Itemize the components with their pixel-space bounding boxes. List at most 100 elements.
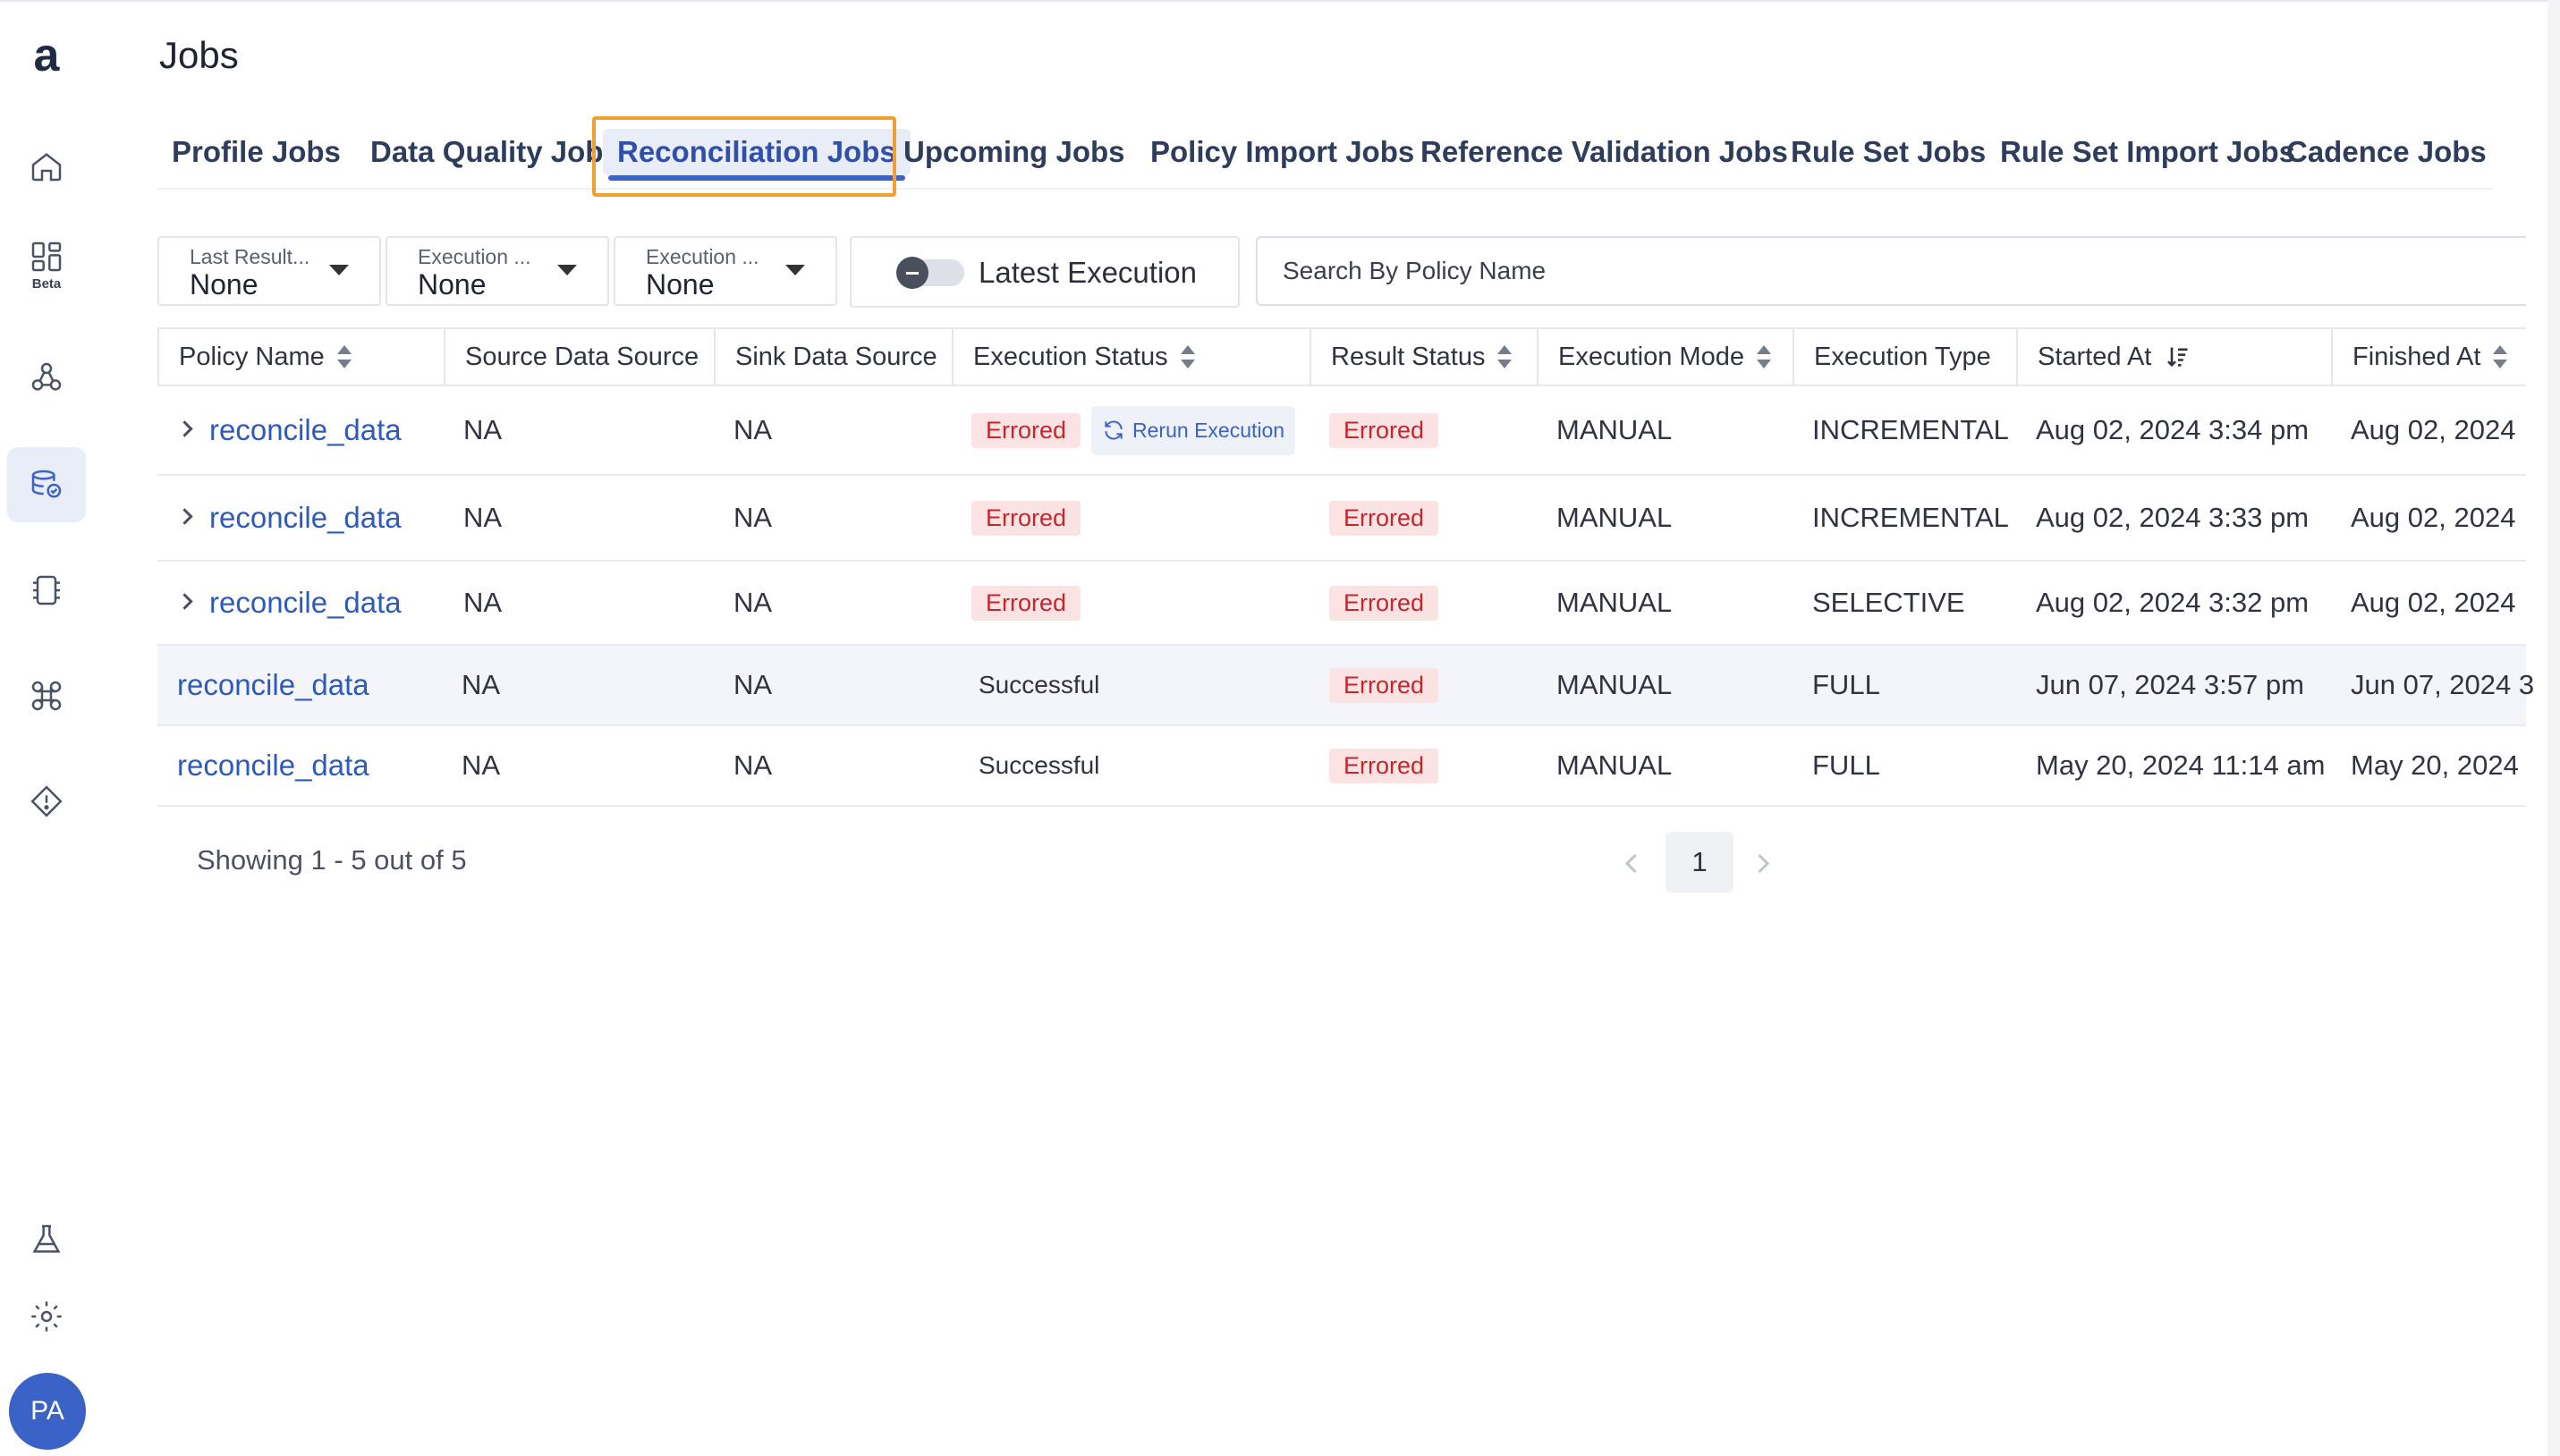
sidebar: a Beta PA	[0, 0, 93, 1456]
col-execution-mode[interactable]: Execution Mode	[1537, 329, 1793, 385]
tab-data-quality-jobs[interactable]: Data Quality Jobs	[356, 129, 634, 175]
col-finished-at[interactable]: Finished At	[2331, 329, 2526, 385]
latest-execution-toggle[interactable]	[896, 257, 964, 289]
tab-cadence-jobs[interactable]: Cadence Jobs	[2272, 129, 2501, 175]
table-row[interactable]: reconcile_data NA NA Successful Errored …	[157, 726, 2526, 807]
col-execution-status[interactable]: Execution Status	[952, 329, 1310, 385]
tab-upcoming-jobs[interactable]: Upcoming Jobs	[889, 129, 1140, 175]
rerun-execution-button[interactable]: Rerun Execution	[1091, 405, 1296, 455]
type-cell: INCREMENTAL	[1812, 502, 2009, 533]
tab-reference-validation-jobs[interactable]: Reference Validation Jobs	[1406, 129, 1802, 175]
chevron-left-icon[interactable]	[1624, 853, 1645, 874]
policy-link[interactable]: reconcile_data	[209, 386, 402, 474]
tab-policy-import-jobs[interactable]: Policy Import Jobs	[1136, 129, 1428, 175]
chevron-right-icon[interactable]	[176, 593, 193, 610]
sidebar-item-network[interactable]	[7, 340, 86, 415]
chevron-right-icon[interactable]	[176, 420, 193, 437]
status-badge: Errored	[971, 412, 1081, 448]
col-execution-type: Execution Type	[1793, 329, 2016, 385]
search-input[interactable]	[1256, 236, 2526, 306]
sidebar-item-settings[interactable]	[7, 1279, 86, 1354]
col-policy-name[interactable]: Policy Name	[157, 329, 444, 385]
gear-icon	[31, 1301, 62, 1332]
sidebar-item-alerts[interactable]	[7, 764, 86, 839]
page-button-1[interactable]: 1	[1666, 832, 1734, 893]
app-logo[interactable]: a	[21, 30, 72, 80]
result-status-cell: Errored	[1329, 562, 1439, 644]
chevron-right-icon[interactable]	[1750, 853, 1770, 874]
result-status-cell: Errored	[1329, 646, 1439, 724]
tab-rule-set-jobs[interactable]: Rule Set Jobs	[1776, 129, 2000, 175]
column-label: Policy Name	[179, 342, 325, 371]
finished-cell: Aug 02, 2024	[2351, 587, 2516, 618]
result-status-cell: Errored	[1329, 386, 1439, 474]
status-badge: Errored	[1329, 748, 1439, 783]
caret-down-icon	[329, 265, 349, 275]
mode-cell: MANUAL	[1556, 587, 1673, 618]
column-label: Execution Status	[973, 342, 1168, 371]
sidebar-item-command[interactable]	[7, 658, 86, 733]
table-row[interactable]: reconcile_data NA NA Errored Errored MAN…	[157, 562, 2526, 646]
alert-diamond-icon	[30, 785, 63, 817]
sort-icon	[1180, 345, 1195, 368]
command-icon	[31, 681, 62, 711]
user-avatar[interactable]: PA	[9, 1373, 86, 1450]
finished-cell: Aug 02, 2024	[2351, 414, 2516, 445]
col-started-at[interactable]: Started At	[2016, 329, 2331, 385]
top-border	[0, 0, 2560, 2]
page-title: Jobs	[159, 34, 239, 76]
column-label: Started At	[2038, 342, 2152, 371]
column-label: Source Data Source	[465, 342, 699, 371]
sidebar-item-home[interactable]	[7, 129, 86, 204]
last-result-filter[interactable]: Last Result... None	[157, 236, 381, 306]
tab-profile-jobs[interactable]: Profile Jobs	[157, 129, 355, 175]
execution-filter-2[interactable]: Execution ... None	[614, 236, 837, 306]
column-label: Result Status	[1331, 342, 1486, 371]
started-cell: Aug 02, 2024 3:32 pm	[2036, 587, 2310, 618]
source-cell: NA	[463, 414, 503, 445]
policy-link[interactable]: reconcile_data	[177, 726, 369, 805]
sidebar-item-dashboard[interactable]: Beta	[7, 227, 86, 302]
started-cell: May 20, 2024 11:14 am	[2036, 749, 2326, 781]
table-row[interactable]: reconcile_data NA NA Errored Errored MAN…	[157, 476, 2526, 562]
execution-status-cell: Errored	[971, 562, 1081, 644]
tab-reconciliation-jobs[interactable]: Reconciliation Jobs	[603, 129, 911, 181]
sink-cell: NA	[733, 502, 773, 533]
policy-link[interactable]: reconcile_data	[177, 646, 369, 724]
home-icon	[31, 153, 62, 182]
filter-value: None	[190, 268, 259, 301]
type-cell: INCREMENTAL	[1812, 414, 2009, 445]
status-badge: Errored	[971, 500, 1081, 536]
sidebar-item-data-reliability[interactable]	[7, 447, 86, 522]
mode-cell: MANUAL	[1556, 749, 1673, 781]
policy-link[interactable]: reconcile_data	[209, 476, 402, 560]
table-row[interactable]: reconcile_data NA NA Successful Errored …	[157, 646, 2534, 726]
chevron-right-icon[interactable]	[176, 508, 193, 525]
finished-cell: May 20, 2024	[2351, 749, 2519, 781]
table-row[interactable]: reconcile_data NA NA Errored Rerun Execu…	[157, 386, 2526, 476]
col-result-status[interactable]: Result Status	[1310, 329, 1537, 385]
type-cell: SELECTIVE	[1812, 587, 1965, 618]
column-label: Execution Type	[1814, 342, 1991, 371]
tab-rule-set-import-jobs[interactable]: Rule Set Import Jobs	[1986, 129, 2310, 175]
status-badge: Errored	[971, 585, 1081, 621]
logo-letter: a	[33, 30, 60, 81]
database-check-icon	[31, 470, 62, 498]
status-badge: Errored	[1329, 585, 1439, 621]
scrollbar[interactable]	[2547, 0, 2560, 1456]
filter-label: Last Result...	[190, 245, 310, 268]
filter-value: None	[646, 268, 715, 301]
sidebar-item-lab[interactable]	[7, 1202, 86, 1277]
sidebar-item-compute[interactable]	[7, 553, 86, 628]
status-text: Successful	[979, 751, 1100, 779]
policy-link[interactable]: reconcile_data	[209, 562, 402, 644]
execution-filter-1[interactable]: Execution ... None	[386, 236, 609, 306]
execution-status-cell: Successful	[971, 726, 1099, 805]
filter-label: Execution ...	[646, 245, 759, 268]
sort-icon	[2493, 345, 2508, 368]
network-icon	[31, 362, 62, 391]
caret-down-icon	[557, 265, 577, 275]
source-cell: NA	[463, 587, 503, 618]
rerun-label: Rerun Execution	[1132, 418, 1285, 442]
toggle-knob	[896, 257, 928, 289]
